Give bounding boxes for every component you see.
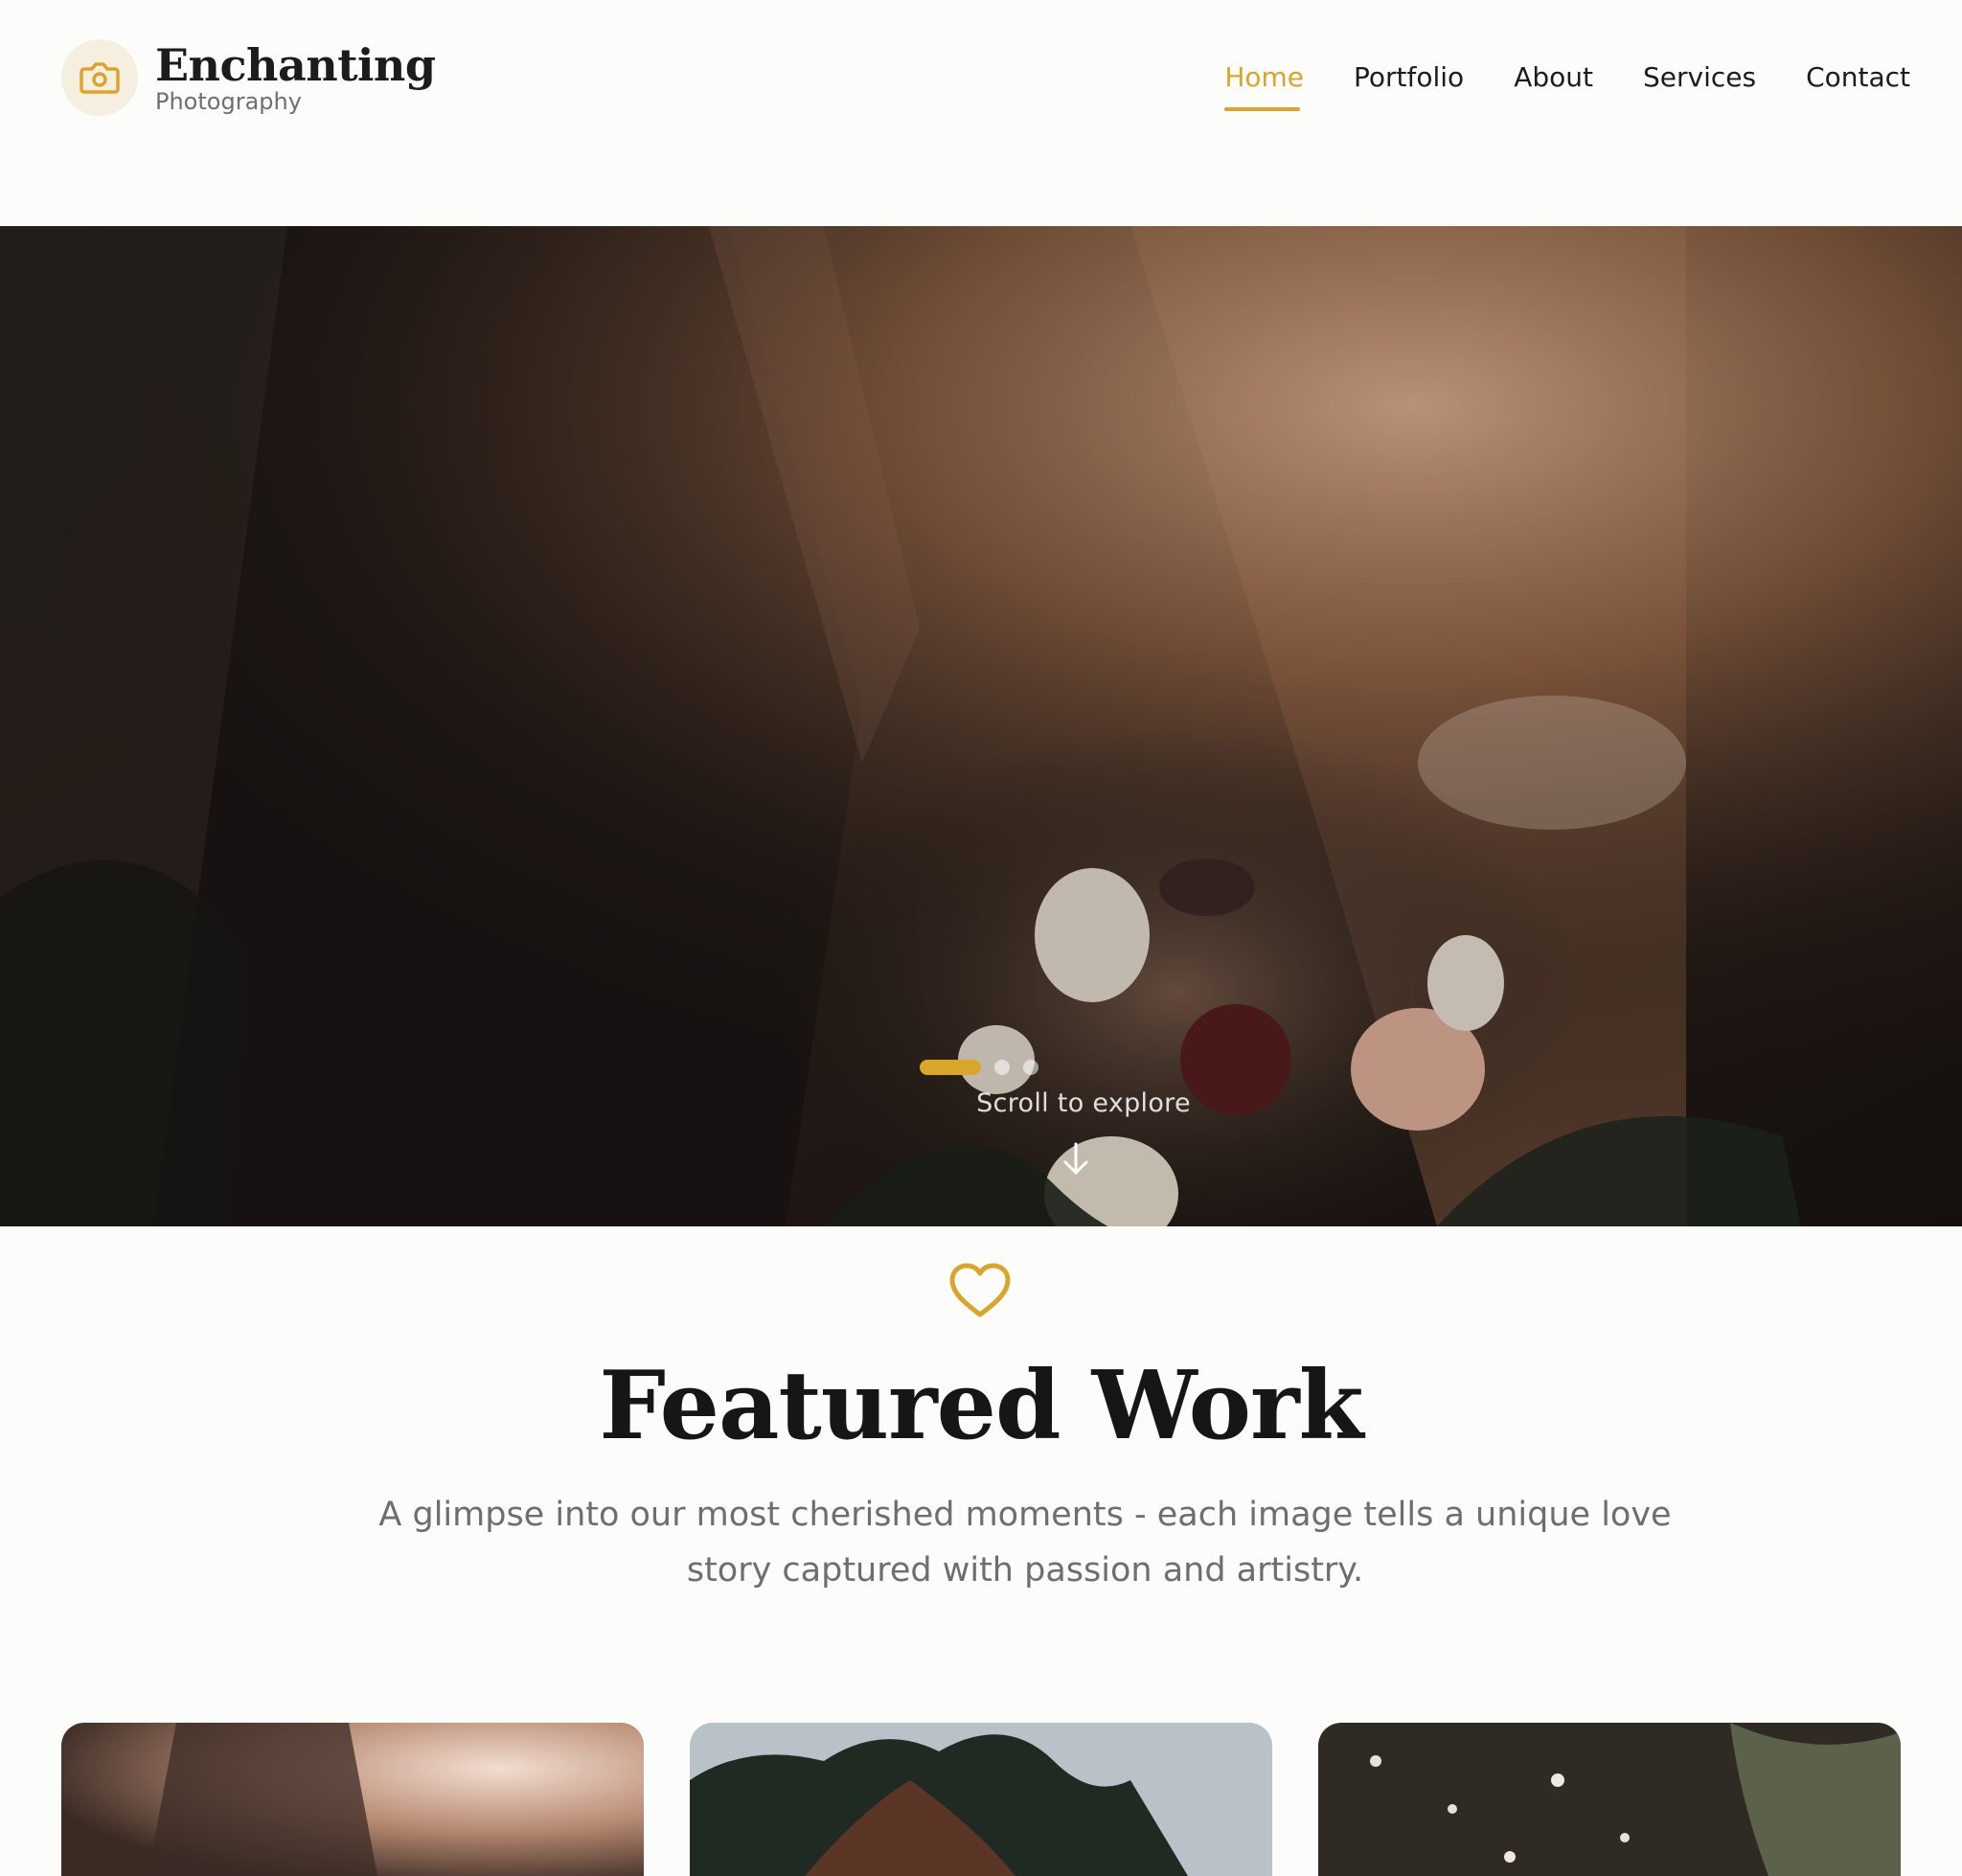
gallery-card-3[interactable]	[1318, 1723, 1901, 1876]
featured-subtitle: A glimpse into our most cherished moment…	[378, 1496, 1672, 1590]
slider-dots	[920, 1060, 1038, 1075]
main-nav: Home Portfolio About Services Contact	[1224, 56, 1910, 111]
slider-dot-2[interactable]	[994, 1060, 1010, 1075]
gallery-image-1	[61, 1723, 644, 1876]
brand-text: Enchanting Photography	[155, 40, 436, 115]
hero-photo	[0, 226, 1962, 1226]
camera-icon	[80, 62, 120, 94]
slider-dot-1[interactable]	[920, 1060, 981, 1075]
slider-dot-3[interactable]	[1023, 1060, 1038, 1075]
site-header: Enchanting Photography Home Portfolio Ab…	[0, 0, 1962, 226]
nav-portfolio[interactable]: Portfolio	[1354, 56, 1464, 100]
logo-badge	[61, 39, 138, 116]
gallery-card-2[interactable]	[690, 1723, 1272, 1876]
nav-about[interactable]: About	[1514, 56, 1593, 100]
heart-icon	[949, 1263, 1011, 1317]
brand-title: Enchanting	[155, 39, 436, 91]
nav-home[interactable]: Home	[1224, 56, 1304, 111]
nav-contact[interactable]: Contact	[1806, 56, 1910, 100]
gallery-image-2	[690, 1723, 1272, 1876]
featured-title: Featured Work	[599, 1351, 1363, 1461]
scroll-hint[interactable]: Scroll to explore	[0, 1088, 1962, 1118]
gallery-card-1[interactable]	[61, 1723, 644, 1876]
arrow-down-icon[interactable]	[1061, 1142, 1090, 1177]
gallery-image-3	[1318, 1723, 1901, 1876]
brand-subtitle: Photography	[155, 88, 302, 115]
hero-slider: Scroll to explore	[0, 226, 1962, 1226]
nav-services[interactable]: Services	[1643, 56, 1756, 100]
brand-logo[interactable]: Enchanting Photography	[61, 38, 436, 117]
